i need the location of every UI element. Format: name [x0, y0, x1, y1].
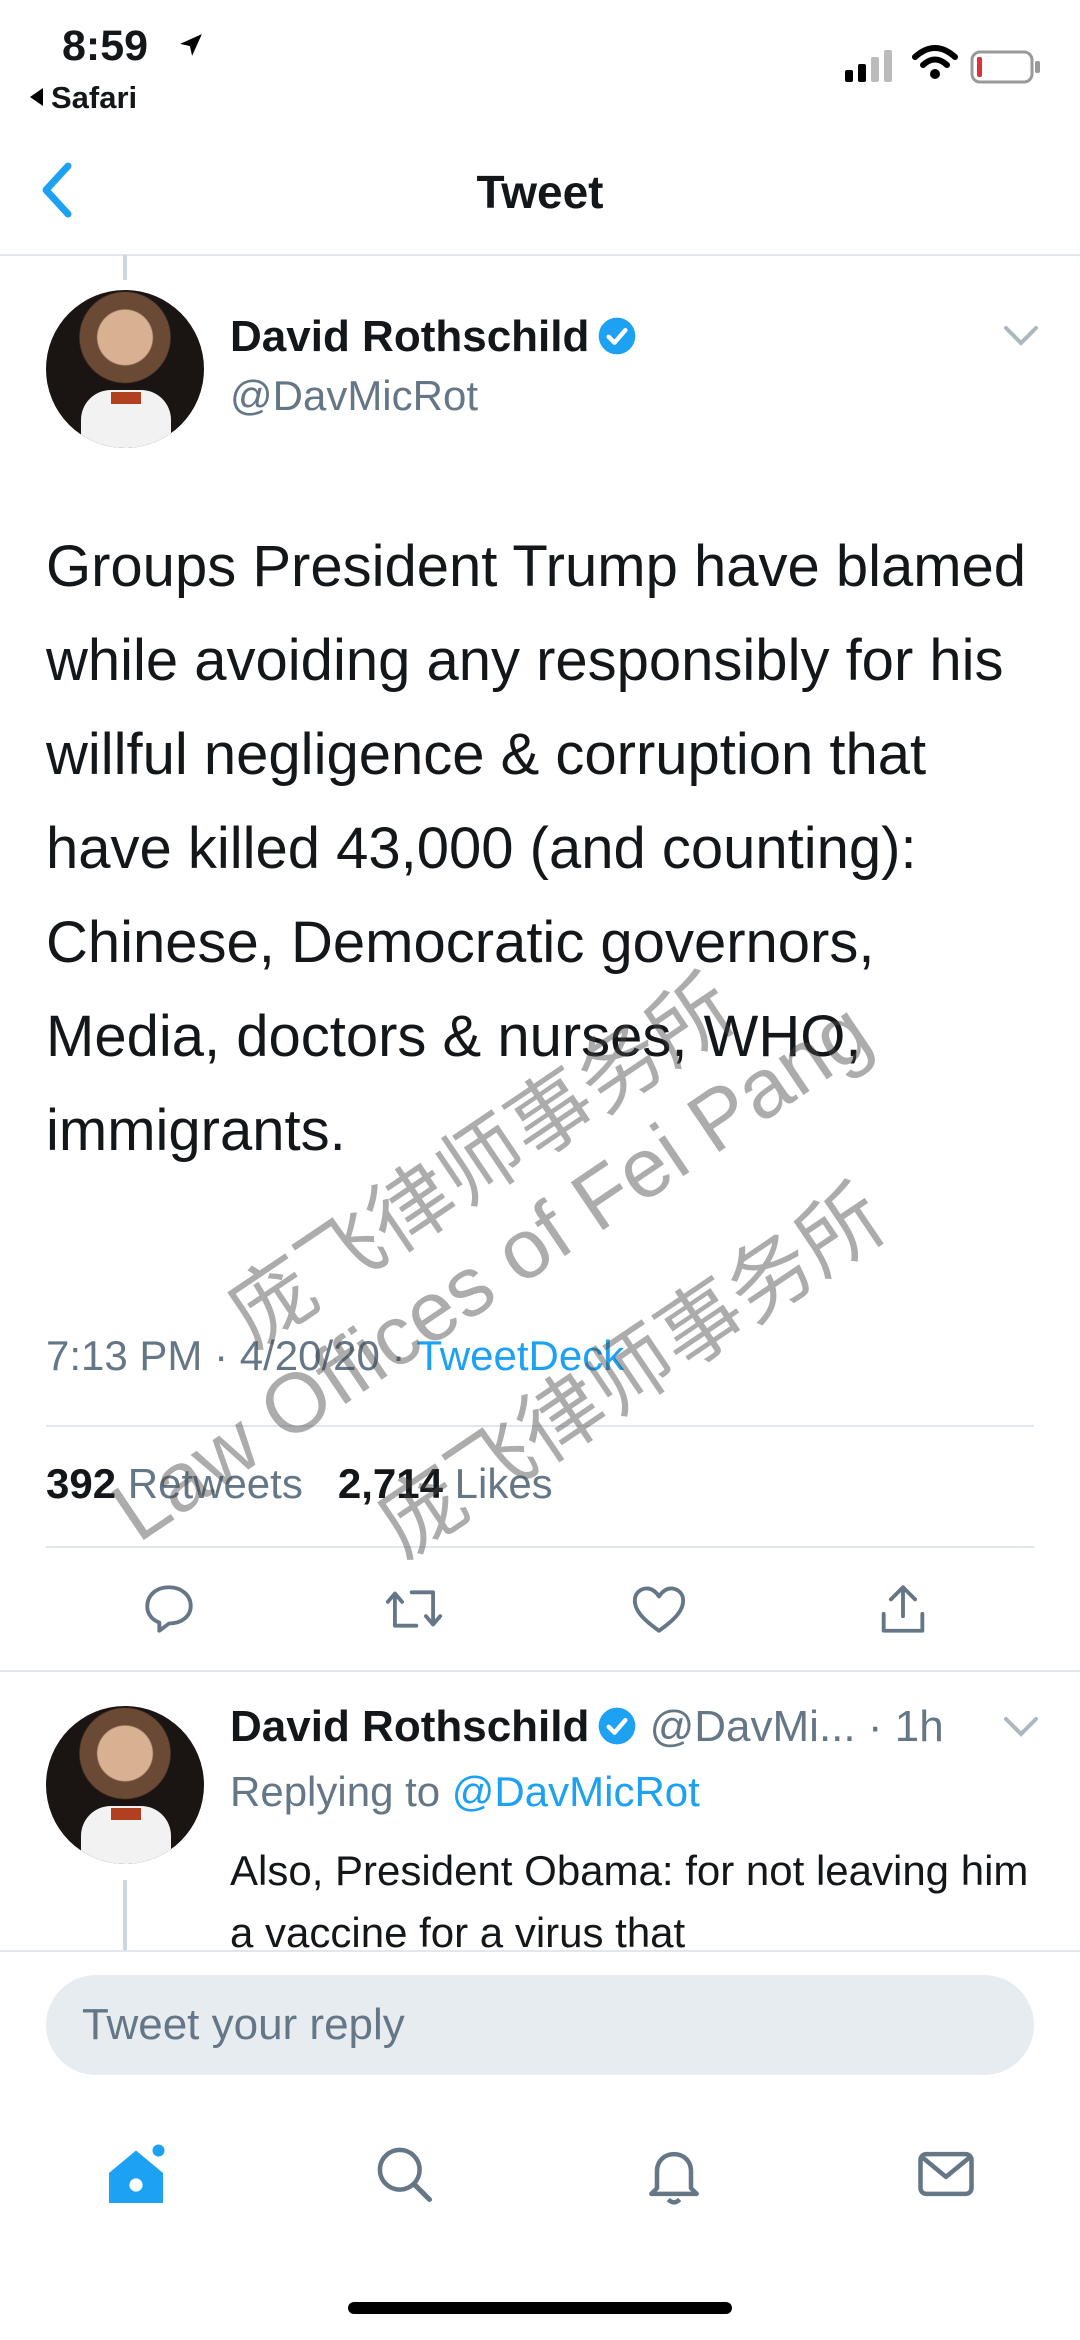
- search-icon[interactable]: [370, 2140, 438, 2208]
- reply-author-row[interactable]: David Rothschild @DavMi... · 1h: [230, 1702, 944, 1752]
- author-name[interactable]: David Rothschild: [230, 312, 589, 361]
- thread-connector-line: [123, 1880, 127, 1960]
- battery-icon: [970, 50, 1040, 84]
- replying-to: Replying to @DavMicRot: [230, 1768, 700, 1816]
- wifi-icon: [912, 45, 958, 79]
- replying-to-mention[interactable]: @DavMicRot: [452, 1768, 700, 1815]
- status-time: 8:59: [62, 22, 149, 70]
- verified-badge-icon: [599, 317, 636, 355]
- reply-icon[interactable]: [140, 1580, 198, 1638]
- location-arrow-icon: [180, 34, 202, 56]
- divider: [0, 1670, 1080, 1672]
- home-icon[interactable]: [100, 2140, 172, 2212]
- back-app-label: Safari: [51, 80, 138, 115]
- thread-connector-line: [123, 255, 127, 280]
- cell-signal-icon: [845, 50, 892, 82]
- retweet-icon[interactable]: [383, 1580, 445, 1638]
- chevron-down-icon[interactable]: [1003, 325, 1039, 347]
- author-name-row[interactable]: David Rothschild: [230, 312, 637, 362]
- notifications-icon[interactable]: [640, 2140, 708, 2208]
- reply-avatar[interactable]: [46, 1706, 204, 1864]
- messages-icon[interactable]: [912, 2140, 980, 2208]
- reply-author-name[interactable]: David Rothschild: [230, 1702, 589, 1751]
- author-handle[interactable]: @DavMicRot: [230, 372, 478, 420]
- tweet-time: 7:13 PM: [46, 1332, 203, 1379]
- share-icon[interactable]: [874, 1580, 932, 1638]
- avatar[interactable]: [46, 290, 204, 448]
- chevron-down-icon[interactable]: [1003, 1716, 1039, 1738]
- reply-text: Also, President Obama: for not leaving h…: [230, 1847, 1029, 1956]
- verified-badge-icon: [599, 1707, 636, 1745]
- replying-to-label: Replying to: [230, 1768, 441, 1815]
- reply-age: · 1h: [867, 1702, 944, 1751]
- page-title: Tweet: [476, 166, 604, 218]
- reply-author-handle[interactable]: @DavMi...: [650, 1702, 856, 1751]
- meta-separator: ·: [202, 1332, 240, 1379]
- reply-input-placeholder: Tweet your reply: [82, 2000, 405, 2049]
- divider: [46, 1546, 1034, 1548]
- back-triangle-icon: [30, 88, 43, 106]
- home-indicator[interactable]: [348, 2302, 732, 2314]
- like-icon[interactable]: [630, 1580, 688, 1638]
- back-to-safari[interactable]: Safari: [30, 80, 137, 116]
